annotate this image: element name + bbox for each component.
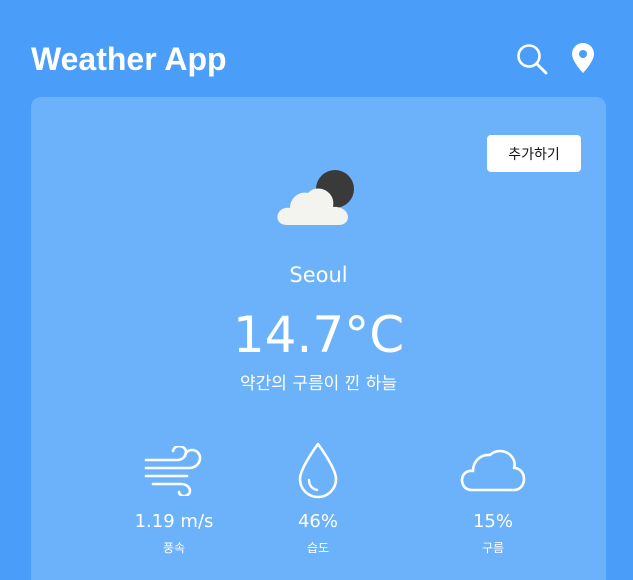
location-pin-icon[interactable] [571,42,595,74]
weather-card: 추가하기 Seoul 14.7°C 약간의 구름이 낀 하늘 1.19 m/s … [31,97,606,580]
wind-icon [144,446,202,496]
droplet-icon [298,442,338,499]
stat-humidity: 46% 습도 [243,432,393,557]
city-name: Seoul [289,263,348,287]
humidity-value: 46% [297,511,338,532]
cloudiness-label: 구름 [481,541,505,555]
cloud-icon [460,449,526,492]
cloudiness-value: 15% [472,511,513,532]
search-icon[interactable] [515,42,549,76]
humidity-label: 습도 [306,541,330,555]
add-city-button[interactable]: 추가하기 [487,135,581,172]
stat-cloud: 15% 구름 [418,432,568,557]
partly-cloudy-night-icon [277,170,354,225]
stat-wind: 1.19 m/s 풍속 [99,432,249,557]
app-title: Weather App [31,41,227,77]
temperature: 14.7°C [232,306,405,364]
wind-speed-label: 풍속 [162,541,186,555]
weather-description: 약간의 구름이 낀 하늘 [240,374,397,394]
wind-speed-value: 1.19 m/s [134,511,214,532]
